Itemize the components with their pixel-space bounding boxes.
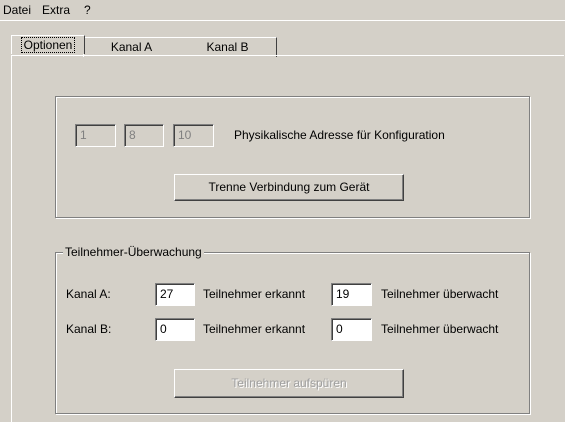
menu-help[interactable]: ?	[84, 3, 91, 17]
tab-kanal-a-label: Kanal A	[110, 40, 153, 54]
tab-optionen[interactable]: Optionen	[11, 35, 85, 54]
tab-kanal-b-label: Kanal B	[206, 40, 249, 54]
tab-kanal-a[interactable]: Kanal A	[83, 37, 180, 57]
menu-bar: Datei Extra ?	[0, 0, 565, 21]
menu-datei[interactable]: Datei	[3, 3, 31, 17]
menu-extra[interactable]: Extra	[42, 3, 70, 17]
tab-kanal-b[interactable]: Kanal B	[179, 37, 277, 57]
monitoring-group-title: Teilnehmer-Überwachung	[63, 245, 204, 259]
tab-panel	[11, 55, 564, 422]
tab-optionen-label: Optionen	[20, 37, 76, 53]
